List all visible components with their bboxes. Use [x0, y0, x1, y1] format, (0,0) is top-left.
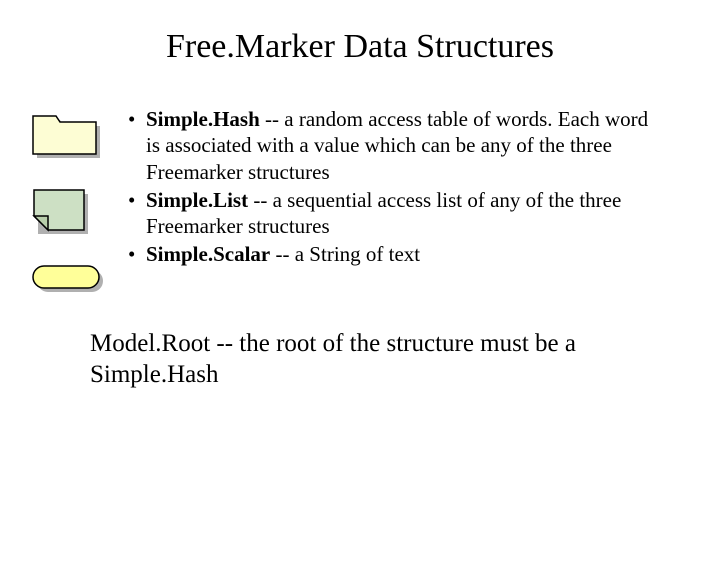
- bullet-dot: •: [128, 241, 146, 267]
- list-item-text: Simple.Scalar -- a String of text: [146, 241, 660, 267]
- term: Simple.Hash: [146, 107, 260, 131]
- scalar-icon: [30, 262, 104, 298]
- list-item: • Simple.List -- a sequential access lis…: [128, 187, 660, 240]
- content-row: • Simple.Hash -- a random access table o…: [30, 106, 660, 298]
- term: Simple.List: [146, 188, 248, 212]
- slide-title: Free.Marker Data Structures: [0, 28, 720, 66]
- bullet-list: • Simple.Hash -- a random access table o…: [128, 106, 660, 270]
- list-item-text: Simple.List -- a sequential access list …: [146, 187, 660, 240]
- bullet-dot: •: [128, 187, 146, 240]
- list-item: • Simple.Scalar -- a String of text: [128, 241, 660, 267]
- note-icon: [30, 186, 104, 234]
- bullet-dot: •: [128, 106, 146, 185]
- icon-column: [30, 108, 110, 298]
- folder-icon: [30, 108, 104, 158]
- desc: -- a String of text: [270, 242, 420, 266]
- footer-note: Model.Root -- the root of the structure …: [90, 328, 600, 391]
- term: Simple.Scalar: [146, 242, 270, 266]
- list-item-text: Simple.Hash -- a random access table of …: [146, 106, 660, 185]
- list-item: • Simple.Hash -- a random access table o…: [128, 106, 660, 185]
